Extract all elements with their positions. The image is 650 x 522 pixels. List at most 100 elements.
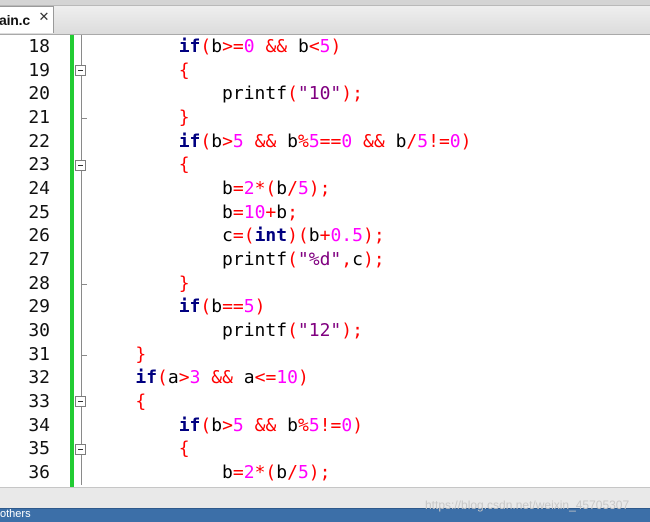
line-number: 36	[28, 462, 50, 484]
fold-end-marker	[81, 354, 87, 356]
code-token: b	[308, 225, 320, 247]
code-token: )	[254, 296, 266, 318]
collapse-icon[interactable]	[75, 65, 86, 76]
code-token: )	[460, 130, 472, 152]
code-token: b	[276, 178, 288, 200]
code-token: !=	[428, 130, 450, 152]
code-token: if	[178, 130, 201, 152]
code-token: int	[254, 225, 288, 247]
code-token: =	[232, 201, 244, 223]
line-number: 31	[28, 343, 50, 365]
line-number: 29	[28, 296, 50, 318]
watermark-text: https://blog.csdn.net/weixin_45705307	[425, 498, 630, 512]
code-token: }	[178, 107, 190, 128]
code-token: 0	[243, 36, 255, 57]
code-token: 0	[341, 130, 353, 152]
code-token: if	[135, 367, 158, 389]
line-number: 30	[28, 320, 50, 342]
code-token: }	[135, 343, 147, 365]
code-token: );	[362, 225, 385, 247]
code-token: &&	[265, 36, 288, 57]
code-token: &&	[254, 130, 277, 152]
code-token: (	[287, 83, 298, 105]
line-number: 35	[28, 438, 50, 460]
code-token: if	[178, 296, 201, 318]
code-token: (	[157, 367, 168, 389]
code-token: b	[222, 178, 233, 200]
close-icon[interactable]: ✕	[37, 10, 51, 26]
code-token: ,	[341, 249, 353, 271]
collapse-icon[interactable]	[75, 396, 86, 408]
code-token: "12"	[297, 320, 342, 342]
code-token: /	[287, 462, 298, 484]
code-token: 10	[276, 367, 299, 389]
fold-end-marker	[81, 117, 87, 119]
code-token: 5	[297, 178, 309, 200]
code-token: a	[232, 367, 255, 389]
tab-main-c[interactable]: ain.c ✕	[0, 6, 54, 33]
code-token: <=	[254, 367, 277, 389]
code-line: printf("%d",c);	[92, 248, 385, 272]
code-token: b	[211, 296, 223, 318]
line-number: 28	[28, 272, 50, 294]
code-line: }	[92, 272, 190, 296]
code-token: +	[265, 201, 277, 223]
code-token: 0.5	[330, 225, 363, 247]
code-token: {	[178, 154, 190, 176]
tab-label: ain.c	[0, 12, 30, 28]
collapse-icon[interactable]	[75, 443, 86, 455]
code-token: 5	[297, 462, 309, 484]
code-line: }	[92, 106, 190, 130]
code-token: ;	[287, 201, 298, 223]
code-line: }	[92, 343, 146, 367]
code-token: );	[341, 83, 363, 105]
code-token: );	[362, 249, 385, 271]
code-token: 5	[319, 36, 331, 57]
code-token: 2	[243, 178, 255, 200]
code-line: {	[92, 390, 146, 414]
code-token: >	[178, 367, 190, 389]
code-token: a	[167, 367, 179, 389]
code-token: )(	[287, 225, 309, 247]
code-token: ==	[222, 296, 244, 318]
code-token: 0	[341, 414, 353, 436]
code-editor[interactable]: 18 if(b>=0 && b<5) 19 {20 printf("10"); 21…	[0, 35, 650, 487]
code-token: (	[200, 414, 212, 436]
code-token: b	[276, 462, 288, 484]
collapse-icon[interactable]	[75, 159, 86, 171]
code-line: if(a>3 && a<=10)	[92, 366, 309, 390]
code-token: =(	[232, 225, 255, 247]
code-token: >=	[222, 36, 244, 57]
line-number: 23	[28, 154, 50, 176]
code-token: /	[406, 130, 418, 152]
code-token: }	[178, 272, 190, 294]
code-token: &&	[254, 414, 277, 436]
code-token: %	[297, 414, 309, 436]
line-number: 32	[28, 367, 50, 389]
code-token: printf	[222, 320, 288, 342]
fold-end-marker	[81, 283, 87, 285]
code-token: c	[222, 225, 233, 247]
code-token: printf	[222, 249, 288, 271]
line-number: 34	[28, 414, 50, 436]
code-token: b	[287, 36, 309, 57]
code-token: b	[276, 414, 298, 436]
line-number: 26	[28, 225, 50, 247]
code-token: 2	[243, 462, 255, 484]
code-token: if	[178, 36, 201, 57]
code-token: 5	[243, 296, 255, 318]
code-line: c=(int)(b+0.5);	[92, 224, 385, 248]
code-token: &&	[363, 130, 385, 152]
code-token: "%d"	[297, 249, 342, 271]
code-token: b	[211, 130, 223, 152]
code-token: /	[287, 178, 298, 200]
